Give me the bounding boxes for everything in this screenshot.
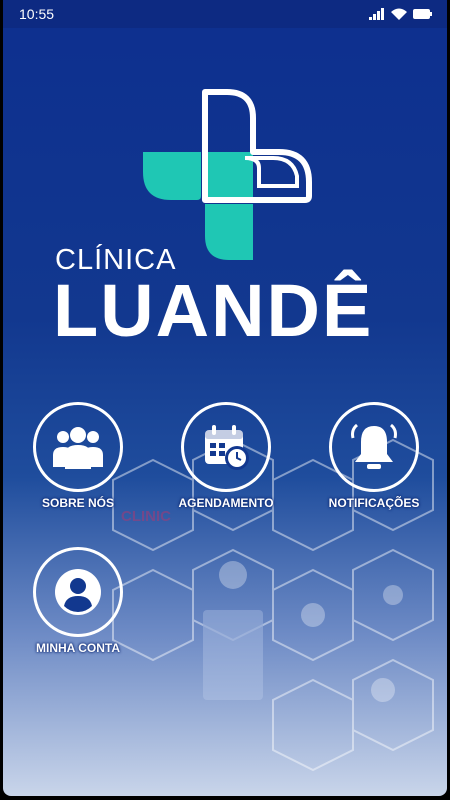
logo-line-2: LUANDÊ <box>53 269 374 352</box>
people-group-icon <box>53 427 103 469</box>
menu-circle <box>329 402 419 492</box>
menu-item-agendamento[interactable]: AGENDAMENTO <box>156 402 296 510</box>
menu-label: NOTIFICAÇÕES <box>328 496 420 510</box>
menu-item-minha-conta[interactable]: MINHA CONTA <box>8 547 148 655</box>
menu-item-notificacoes[interactable]: NOTIFICAÇÕES <box>304 402 444 510</box>
menu-circle <box>33 402 123 492</box>
menu-label: SOBRE NÓS <box>41 496 114 510</box>
app-screen: 10:55 CLINIC CLÍNICA LUANDÊ SOBRE NÓS AG… <box>3 0 447 796</box>
background-clinic-text: CLINIC <box>121 508 171 525</box>
menu-item-sobre-nos[interactable]: SOBRE NÓS <box>8 402 148 510</box>
menu-label: MINHA CONTA <box>36 641 120 655</box>
bell-icon <box>351 423 397 469</box>
menu-circle <box>33 547 123 637</box>
menu-label: AGENDAMENTO <box>178 496 274 510</box>
user-account-icon <box>55 569 101 615</box>
calendar-clock-icon <box>205 425 249 470</box>
menu-circle <box>181 402 271 492</box>
